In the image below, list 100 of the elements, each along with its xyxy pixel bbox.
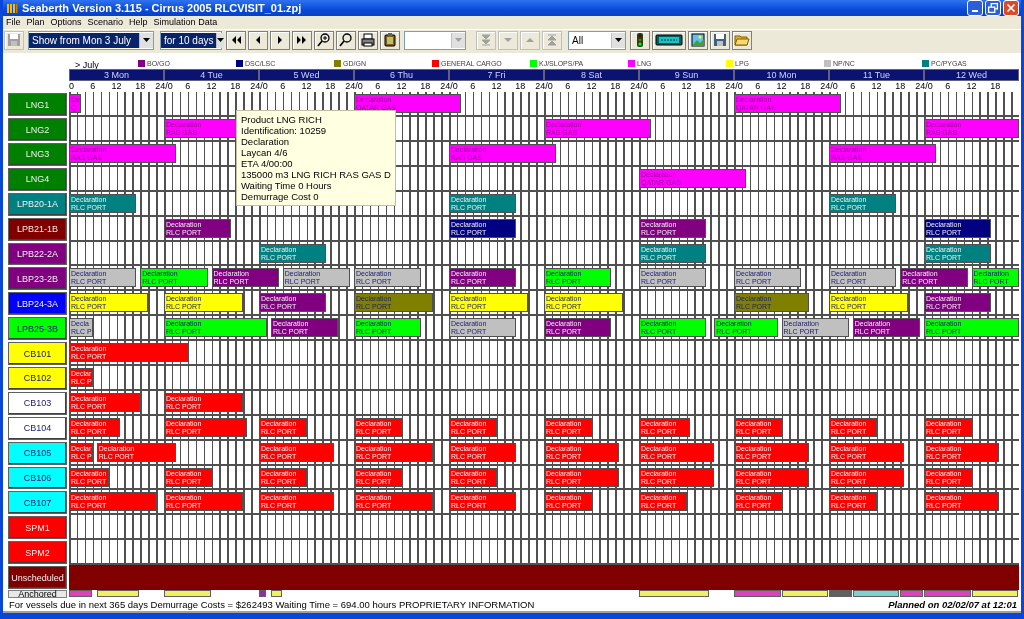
print-button[interactable]: [358, 30, 378, 50]
hour-label: 18: [990, 81, 1001, 93]
close-button[interactable]: [1003, 0, 1019, 17]
berth-label[interactable]: LBP24-3A: [8, 292, 67, 316]
down-arrow-icon: [504, 38, 512, 43]
double-right-button[interactable]: [292, 30, 312, 50]
tooltip-line: Waiting Time 0 Hours: [241, 180, 333, 192]
hour-label: 6: [565, 81, 571, 93]
hour-label: 12: [301, 81, 312, 93]
window-title: Seaberth Version 3.115 - Cirrus 2005 RLCVISIT_01.zpj: [22, 2, 303, 15]
up-arrow-icon: [526, 38, 534, 43]
minimize-button[interactable]: [967, 0, 983, 17]
traffic-light-button[interactable]: [630, 30, 650, 50]
berth-label[interactable]: LPB25-3B: [8, 317, 67, 341]
berth-label[interactable]: LNG1: [8, 93, 67, 117]
minimize-icon: [972, 10, 978, 13]
month-label: > July: [75, 60, 100, 71]
berth-label[interactable]: CB107: [8, 491, 67, 515]
picture-button[interactable]: [688, 30, 708, 50]
menu-item[interactable]: Options: [50, 17, 82, 28]
app-icon: [6, 2, 18, 15]
anchored-vessel-bar[interactable]: [852, 590, 900, 597]
berth-label[interactable]: SPM1: [8, 516, 67, 540]
double-left-button[interactable]: [226, 30, 246, 50]
hour-label: 6: [755, 81, 761, 93]
anchored-vessel-bar[interactable]: [96, 590, 140, 597]
berth-label[interactable]: Unscheduled: [8, 566, 67, 589]
anchored-vessel-bar[interactable]: [781, 590, 828, 597]
hour-label: 12: [206, 81, 217, 93]
hour-label: 6: [470, 81, 476, 93]
restore-button[interactable]: [985, 0, 1001, 17]
left-arrow-button[interactable]: [248, 30, 268, 50]
hour-label: 12: [396, 81, 407, 93]
berth-label[interactable]: LPB20-1A: [8, 192, 67, 216]
hour-label: 6: [850, 81, 856, 93]
dropdown-arrow-icon: [143, 38, 150, 43]
zoom-out-button[interactable]: [336, 30, 356, 50]
tooltip-line: 135000 m3 LNG RICH RAS GAS D: [241, 169, 391, 181]
save-icon: [6, 32, 22, 49]
berth-label[interactable]: LBP23-2B: [8, 267, 67, 291]
dropdown-arrow-icon: [217, 38, 225, 43]
berth-label[interactable]: CB101: [8, 342, 67, 365]
hour-label: 24/0: [250, 81, 268, 93]
save-button[interactable]: [710, 30, 730, 50]
berth-label[interactable]: LPB21-1B: [8, 217, 67, 241]
hour-label: 6: [375, 81, 381, 93]
berth-label[interactable]: CB104: [8, 416, 67, 440]
berth-label[interactable]: LNG2: [8, 118, 67, 141]
day-header: 5 Wed: [259, 69, 354, 82]
hour-label: 24/0: [155, 81, 173, 93]
berth-label[interactable]: LNG3: [8, 142, 67, 166]
berth-label[interactable]: SPM2: [8, 541, 67, 565]
hour-label: 6: [280, 81, 286, 93]
hour-label: 24/0: [630, 81, 648, 93]
berth-label[interactable]: CB105: [8, 441, 67, 465]
menu-item[interactable]: Simulation Data: [153, 17, 218, 28]
berth-label[interactable]: CB103: [8, 391, 67, 415]
berth-label[interactable]: CB102: [8, 366, 67, 390]
hour-label: 18: [895, 81, 906, 93]
anchored-vessel-bar[interactable]: [270, 590, 282, 597]
menu-item[interactable]: File: [6, 17, 21, 28]
berth-label[interactable]: LPB22-2A: [8, 242, 67, 266]
zoom-in-button[interactable]: [314, 30, 334, 50]
berth-label[interactable]: CB106: [8, 466, 67, 490]
anchored-vessel-bar[interactable]: [164, 590, 211, 597]
folder-button[interactable]: [732, 30, 752, 50]
menu-item[interactable]: Help: [129, 17, 148, 28]
hour-label: 24/0: [345, 81, 363, 93]
berth-label[interactable]: LNG4: [8, 167, 67, 191]
filter-dropdown[interactable]: All: [568, 30, 626, 50]
dropdown-arrow-icon: [455, 38, 462, 43]
hour-label: 24/0: [535, 81, 553, 93]
hour-label: 18: [135, 81, 146, 93]
hour-label: 12: [871, 81, 882, 93]
print-icon: [360, 32, 376, 49]
hour-label: 12: [776, 81, 787, 93]
date-range-dropdown[interactable]: Show from Mon 3 July: [28, 30, 154, 50]
anchored-vessel-bar[interactable]: [639, 590, 710, 597]
clipboard-button[interactable]: [380, 30, 400, 50]
dropdown-arrow-icon: [615, 38, 622, 43]
planned-date: Planned on 02/02/07 at 12:01: [888, 599, 1017, 610]
display-panel-button[interactable]: [652, 30, 686, 50]
zoom-out-icon: [338, 32, 354, 49]
anchored-vessel-bar[interactable]: [971, 590, 1018, 597]
menu-item[interactable]: Scenario: [87, 17, 124, 28]
hour-label: 18: [705, 81, 716, 93]
menu-item[interactable]: Plan: [26, 17, 45, 28]
day-header: 4 Tue: [164, 69, 259, 82]
hour-label: 24/0: [440, 81, 458, 93]
hour-label: 6: [90, 81, 96, 93]
date-range-dropdown[interactable]: for 10 days: [160, 30, 222, 50]
hour-label: 18: [515, 81, 526, 93]
hour-label: 24/0: [915, 81, 933, 93]
hour-label: 6: [660, 81, 666, 93]
day-header: 6 Thu: [354, 69, 449, 82]
anchored-label[interactable]: Anchored: [8, 590, 67, 598]
hour-label: 18: [230, 81, 241, 93]
tooltip-line: Demurrage Cost 0: [241, 191, 320, 203]
right-arrow-button[interactable]: [270, 30, 290, 50]
clipboard-icon: [382, 32, 398, 49]
